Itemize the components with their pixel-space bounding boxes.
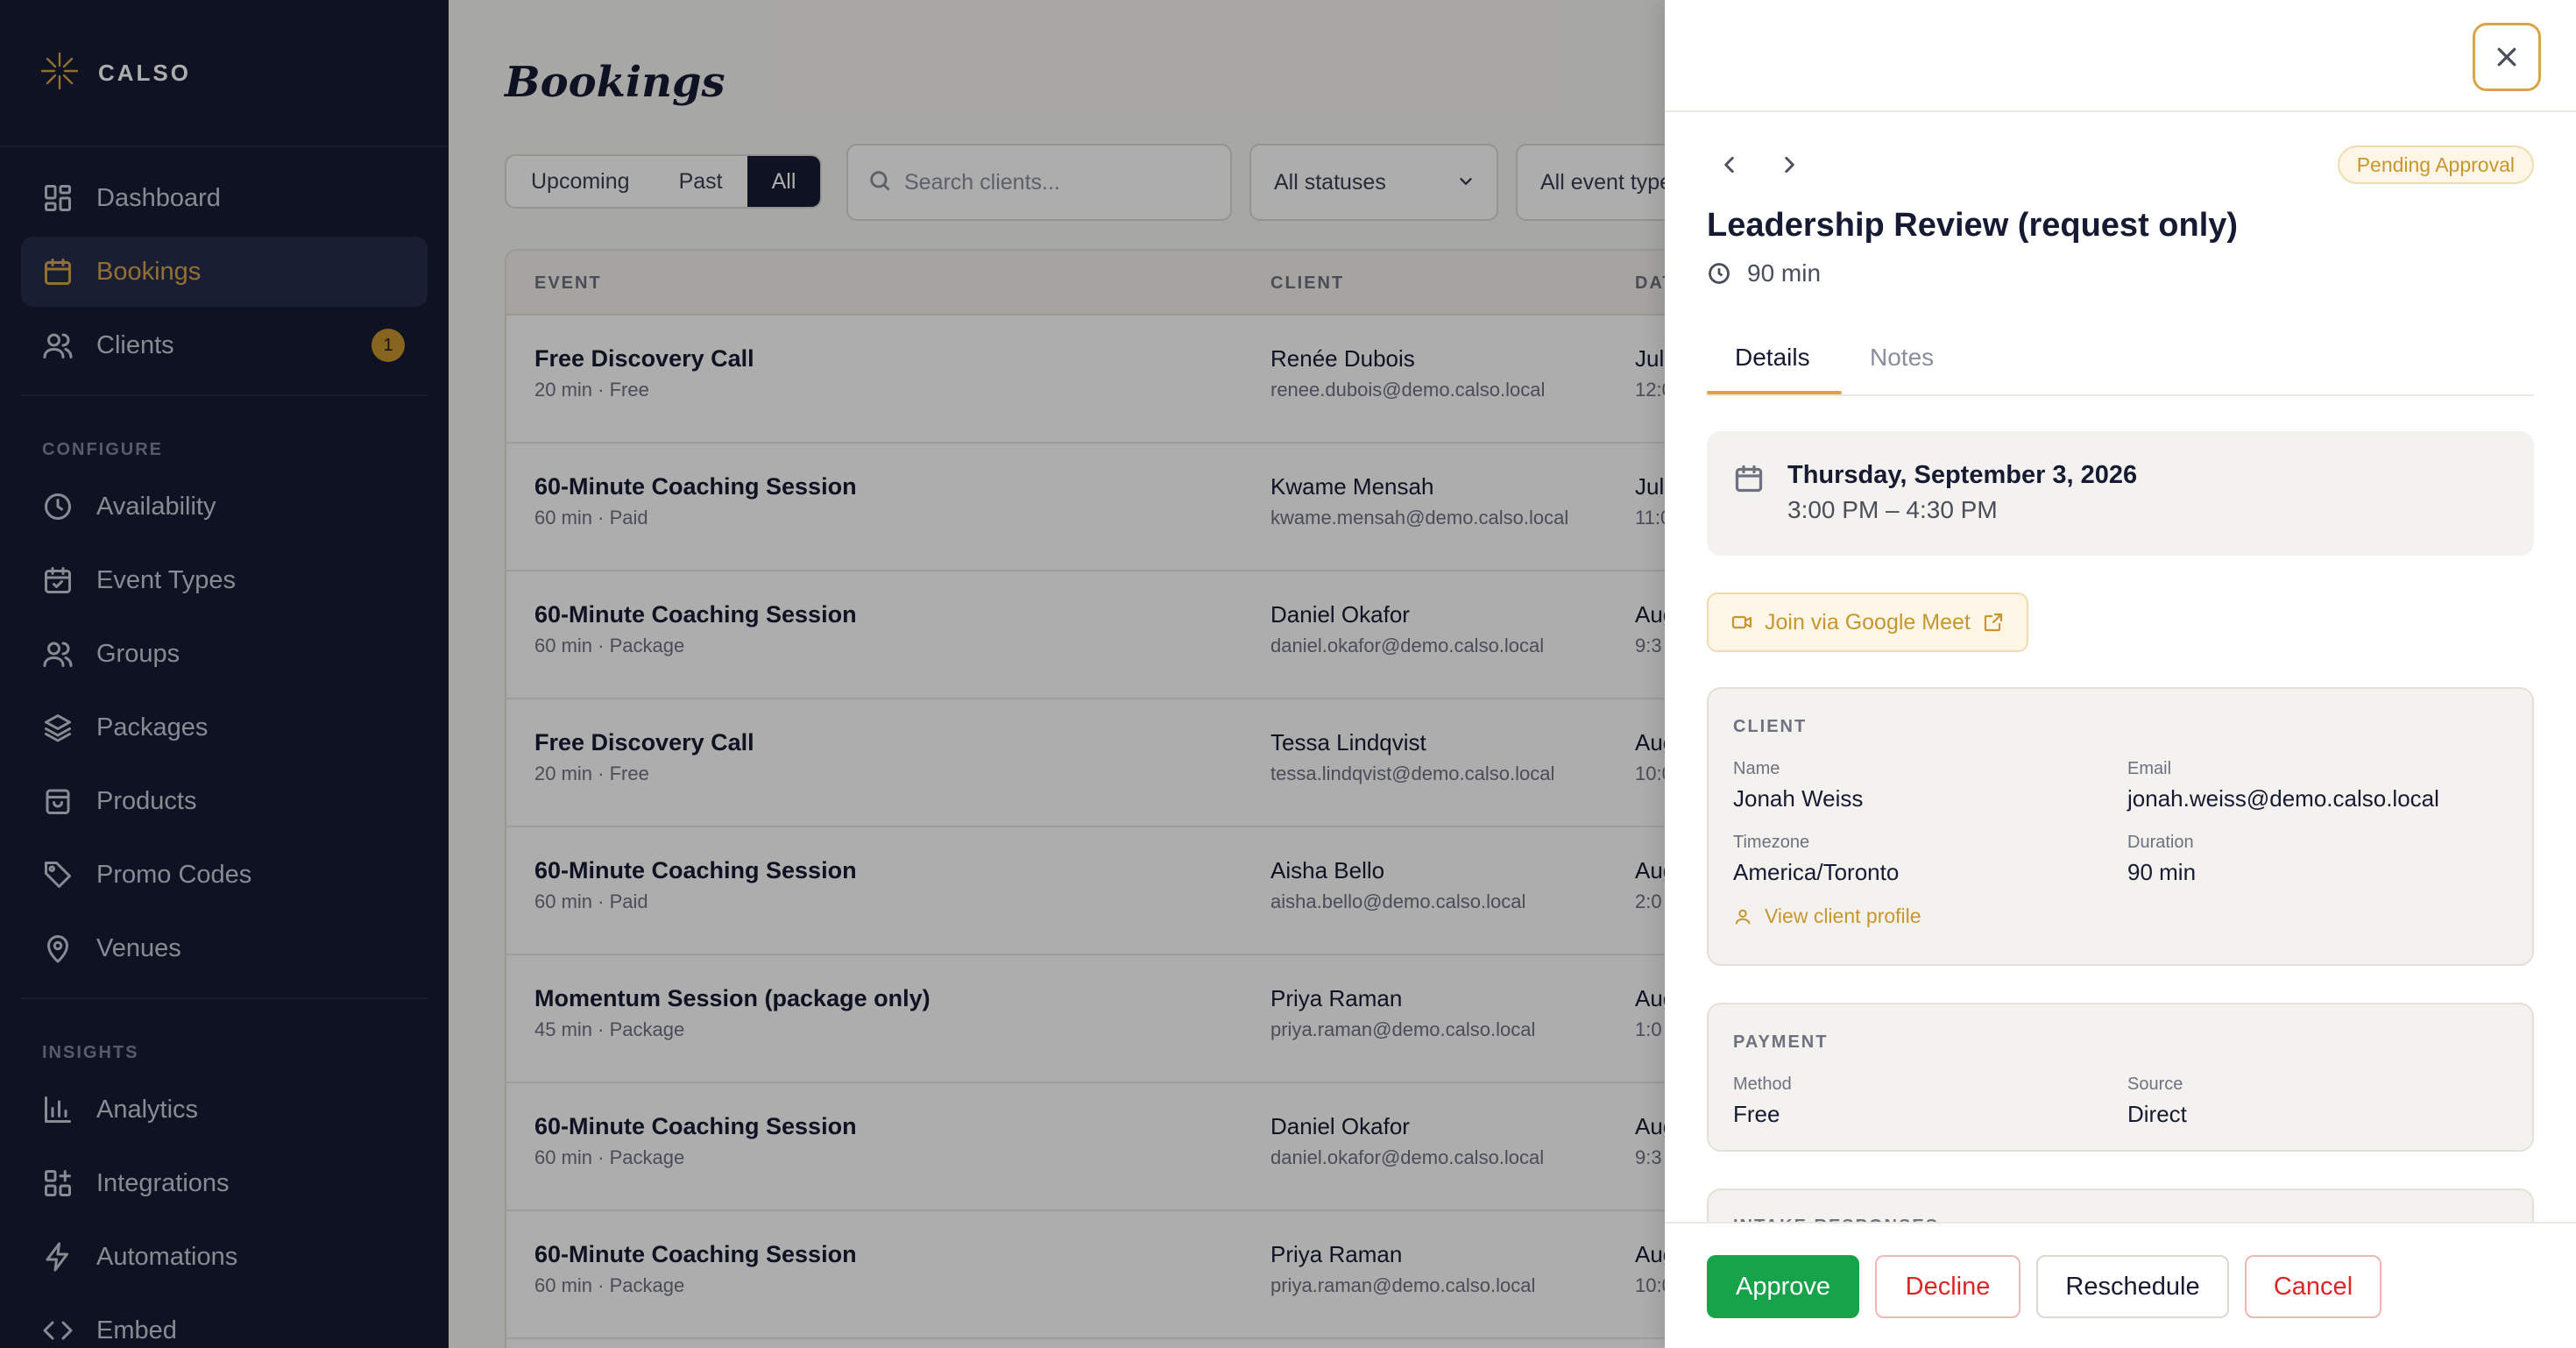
- tab-notes[interactable]: Notes: [1870, 344, 1934, 372]
- booking-title: Leadership Review (request only): [1707, 207, 2239, 244]
- calendar-icon: [1735, 465, 1763, 493]
- close-button[interactable]: [2473, 23, 2541, 91]
- user-icon: [1735, 909, 1751, 924]
- view-client-profile-link[interactable]: View client profile: [1733, 905, 1921, 928]
- email-label: Email: [2127, 759, 2172, 778]
- meet-label: Join via Google Meet: [1765, 609, 1971, 635]
- join-google-meet-button[interactable]: Join via Google Meet: [1707, 592, 2028, 652]
- drawer-header: [1665, 0, 2576, 112]
- cancel-button[interactable]: Cancel: [2245, 1255, 2381, 1318]
- status-badge: Pending Approval: [2337, 145, 2534, 184]
- timezone-label: Timezone: [1733, 833, 1810, 852]
- booking-duration: 90 min: [1707, 259, 1821, 287]
- client-email: jonah.weiss@demo.calso.local: [2127, 785, 2439, 812]
- method-label: Method: [1733, 1075, 1792, 1094]
- reschedule-button[interactable]: Reschedule: [2036, 1255, 2229, 1318]
- decline-button[interactable]: Decline: [1875, 1255, 2020, 1318]
- drawer-actions: Approve Decline Reschedule Cancel: [1665, 1222, 2576, 1348]
- external-link-icon: [1984, 613, 2002, 632]
- video-icon: [1731, 615, 1752, 629]
- booking-detail-drawer: Pending Approval Leadership Review (requ…: [1665, 0, 2576, 1348]
- duration-label: Duration: [2127, 833, 2194, 852]
- chevron-left-icon: [1724, 157, 1734, 173]
- close-icon: [2497, 47, 2516, 67]
- name-label: Name: [1733, 759, 1780, 778]
- client-timezone: America/Toronto: [1733, 859, 1900, 885]
- chevron-right-icon: [1785, 157, 1794, 173]
- datetime-card: Thursday, September 3, 2026 3:00 PM – 4:…: [1707, 431, 2534, 556]
- client-duration: 90 min: [2127, 859, 2197, 885]
- payment-card: PAYMENT Method Free Source Direct: [1707, 1003, 2534, 1152]
- client-section-label: CLIENT: [1733, 717, 1808, 736]
- next-booking-button[interactable]: [1773, 149, 1805, 181]
- drawer-tabs: Details Notes: [1707, 338, 2534, 396]
- approve-button[interactable]: Approve: [1707, 1255, 1859, 1318]
- payment-source: Direct: [2127, 1101, 2187, 1127]
- booking-time: 3:00 PM – 4:30 PM: [1787, 496, 1998, 523]
- clock-icon: [1709, 263, 1730, 284]
- modal-backdrop[interactable]: [0, 0, 1665, 1348]
- payment-method: Free: [1733, 1101, 1780, 1127]
- tab-details[interactable]: Details: [1735, 344, 1810, 372]
- source-label: Source: [2127, 1075, 2183, 1094]
- payment-section-label: PAYMENT: [1733, 1032, 1829, 1052]
- active-tab-indicator: [1707, 391, 1842, 394]
- client-name: Jonah Weiss: [1733, 785, 1864, 812]
- booking-date: Thursday, September 3, 2026: [1787, 461, 2138, 489]
- client-card: CLIENT Name Jonah Weiss Email jonah.weis…: [1707, 687, 2534, 966]
- profile-link-label: View client profile: [1765, 905, 1921, 927]
- previous-booking-button[interactable]: [1714, 149, 1745, 181]
- duration-text: 90 min: [1747, 259, 1822, 287]
